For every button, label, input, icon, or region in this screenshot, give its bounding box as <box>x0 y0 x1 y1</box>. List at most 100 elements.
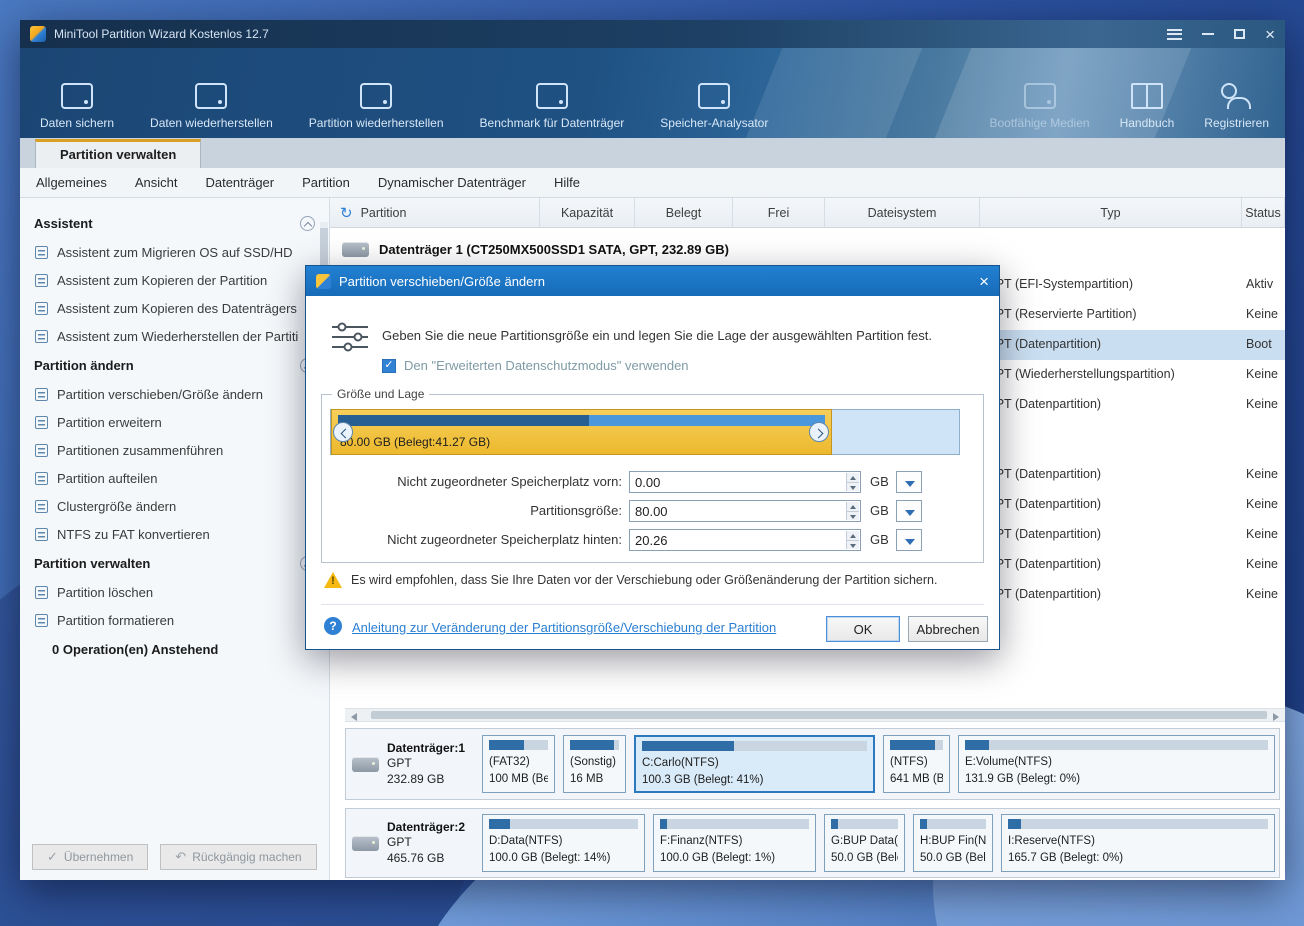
sidebar-item-copy-disk[interactable]: Assistent zum Kopieren des Datenträgers <box>20 294 329 322</box>
usage-bar <box>831 819 898 829</box>
unit-dropdown[interactable] <box>896 529 922 551</box>
sidebar-item-merge[interactable]: Partitionen zusammenführen <box>20 436 329 464</box>
copy-disk-icon <box>35 301 48 315</box>
column-kapazitaet[interactable]: Kapazität <box>540 198 635 227</box>
disk-icon <box>342 241 369 257</box>
toolbar-daten-sichern[interactable]: Daten sichern <box>40 83 114 130</box>
menu-hilfe[interactable]: Hilfe <box>554 175 580 190</box>
undo-button[interactable]: ↶ Rückgängig machen <box>160 844 317 870</box>
unit-dropdown[interactable] <box>896 471 922 493</box>
spinner-icon[interactable] <box>846 473 859 491</box>
sidebar-item-restore-partition[interactable]: Assistent zum Wiederherstellen der Parti… <box>20 322 329 350</box>
sidebar-item-cluster-size[interactable]: Clustergröße ändern <box>20 492 329 520</box>
usage-bar <box>642 741 867 751</box>
spinner-icon[interactable] <box>846 502 859 520</box>
horizontal-scrollbar[interactable] <box>345 708 1285 722</box>
tab-partition-verwalten[interactable]: Partition verwalten <box>35 139 202 168</box>
toolbar-registrieren[interactable]: Registrieren <box>1204 83 1269 130</box>
sidebar-item-move-resize[interactable]: Partition verschieben/Größe ändern <box>20 380 329 408</box>
spinner-icon[interactable] <box>846 531 859 549</box>
checkbox-label: Den "Erweiterten Datenschutzmodus" verwe… <box>404 358 689 373</box>
divider <box>321 604 984 605</box>
sidebar-item-ntfs-fat[interactable]: NTFS zu FAT konvertieren <box>20 520 329 548</box>
menu-datentraeger[interactable]: Datenträger <box>205 175 274 190</box>
partition-block[interactable]: F:Finanz(NTFS) 100.0 GB (Belegt: 1%) <box>653 814 816 872</box>
slider-handle[interactable]: 80.00 GB (Belegt:41.27 GB) <box>331 409 833 455</box>
sidebar-section-partition-aendern[interactable]: Partition ändern <box>20 350 329 380</box>
partition-block[interactable]: H:BUP Fin(NT 50.0 GB (Bele <box>913 814 993 872</box>
extend-partition-icon <box>35 415 48 429</box>
toolbar-bootfaehige-medien[interactable]: Bootfähige Medien <box>990 83 1090 130</box>
sidebar-item-copy-partition[interactable]: Assistent zum Kopieren der Partition <box>20 266 329 294</box>
scrollbar-thumb[interactable] <box>371 711 1267 719</box>
slider-left-arrow-icon[interactable] <box>333 422 353 442</box>
slider-right-arrow-icon[interactable] <box>809 422 829 442</box>
sidebar-item-split[interactable]: Partition aufteilen <box>20 464 329 492</box>
partition-block[interactable]: G:BUP Data(N 50.0 GB (Bele <box>824 814 905 872</box>
minitool-logo-icon <box>316 273 331 289</box>
partition-block-selected[interactable]: C:Carlo(NTFS) 100.3 GB (Belegt: 41%) <box>634 735 875 793</box>
dialog-titlebar[interactable]: Partition verschieben/Größe ändern × <box>306 266 999 296</box>
partition-block[interactable]: I:Reserve(NTFS) 165.7 GB (Belegt: 0%) <box>1001 814 1275 872</box>
toolbar-benchmark[interactable]: Benchmark für Datenträger <box>480 83 624 130</box>
column-status[interactable]: Status <box>1242 198 1285 227</box>
disk2-label[interactable]: Datenträger:2 GPT 465.76 GB <box>352 820 474 867</box>
partition-size-slider[interactable]: 80.00 GB (Belegt:41.27 GB) <box>330 409 960 455</box>
apply-button[interactable]: ✓ Übernehmen <box>32 844 149 870</box>
scroll-left-icon[interactable] <box>351 713 357 721</box>
partition-block[interactable]: (FAT32) 100 MB (Bel <box>482 735 555 793</box>
refresh-icon[interactable]: ↻ <box>340 204 353 222</box>
move-resize-dialog: Partition verschieben/Größe ändern × Geb… <box>305 265 1000 650</box>
unallocated-after-input[interactable]: 20.26 <box>629 529 861 551</box>
minimize-icon[interactable] <box>1202 33 1215 35</box>
help-icon[interactable]: ? <box>324 617 342 635</box>
partition-size-input[interactable]: 80.00 <box>629 500 861 522</box>
column-partition[interactable]: ↻ Partition <box>330 198 540 227</box>
data-recovery-icon <box>195 83 228 109</box>
register-person-icon <box>1220 83 1253 109</box>
sidebar-section-partition-verwalten[interactable]: Partition verwalten <box>20 548 329 578</box>
disk1-label[interactable]: Datenträger:1 GPT 232.89 GB <box>352 741 474 788</box>
partition-block[interactable]: (NTFS) 641 MB (Bele <box>883 735 950 793</box>
collapse-chevron-icon[interactable] <box>300 215 315 231</box>
warning-icon <box>324 572 342 588</box>
unallocated-before-input[interactable]: 0.00 <box>629 471 861 493</box>
disk1-group-row[interactable]: Datenträger 1 (CT250MX500SSD1 SATA, GPT,… <box>330 228 1285 270</box>
sidebar-item-format-partition[interactable]: Partition formatieren <box>20 606 329 634</box>
sidebar-item-migrate-os[interactable]: Assistent zum Migrieren OS auf SSD/HD <box>20 238 329 266</box>
scroll-right-icon[interactable] <box>1273 713 1279 721</box>
toolbar-partition-wiederherstellen[interactable]: Partition wiederherstellen <box>309 83 444 130</box>
menu-ansicht[interactable]: Ansicht <box>135 175 178 190</box>
maximize-icon[interactable] <box>1234 29 1246 39</box>
help-link[interactable]: Anleitung zur Veränderung der Partitions… <box>352 620 776 635</box>
dialog-close-icon[interactable]: × <box>979 273 989 290</box>
ok-button[interactable]: OK <box>826 616 900 642</box>
migrate-os-icon <box>35 245 48 259</box>
usage-bar <box>920 819 986 829</box>
menu-allgemeines[interactable]: Allgemeines <box>36 175 107 190</box>
datenschutz-checkbox[interactable]: ✓ <box>382 358 396 373</box>
sidebar-section-assistent[interactable]: Assistent <box>20 208 329 238</box>
column-dateisystem[interactable]: Dateisystem <box>825 198 980 227</box>
menu-dynamischer-datentraeger[interactable]: Dynamischer Datenträger <box>378 175 526 190</box>
close-icon[interactable]: × <box>1265 26 1275 43</box>
toolbar-speicher-analysator[interactable]: Speicher-Analysator <box>660 83 768 130</box>
dialog-title: Partition verschieben/Größe ändern <box>339 273 545 289</box>
partition-block[interactable]: (Sonstig) 16 MB <box>563 735 626 793</box>
toolbar-daten-wiederherstellen[interactable]: Daten wiederherstellen <box>150 83 273 130</box>
column-frei[interactable]: Frei <box>733 198 825 227</box>
cancel-button[interactable]: Abbrechen <box>908 616 988 642</box>
unit-dropdown[interactable] <box>896 500 922 522</box>
sidebar-item-extend[interactable]: Partition erweitern <box>20 408 329 436</box>
partition-block[interactable]: D:Data(NTFS) 100.0 GB (Belegt: 14%) <box>482 814 645 872</box>
partition-block[interactable]: E:Volume(NTFS) 131.9 GB (Belegt: 0%) <box>958 735 1275 793</box>
split-partition-icon <box>35 471 48 485</box>
sidebar-item-delete-partition[interactable]: Partition löschen <box>20 578 329 606</box>
column-belegt[interactable]: Belegt <box>635 198 733 227</box>
checkmark-icon: ✓ <box>384 359 394 371</box>
menu-partition[interactable]: Partition <box>302 175 350 190</box>
column-typ[interactable]: Typ <box>980 198 1242 227</box>
window-titlebar[interactable]: MiniTool Partition Wizard Kostenlos 12.7… <box>20 20 1285 48</box>
menu-icon[interactable] <box>1167 28 1183 40</box>
toolbar-handbuch[interactable]: Handbuch <box>1120 83 1174 130</box>
